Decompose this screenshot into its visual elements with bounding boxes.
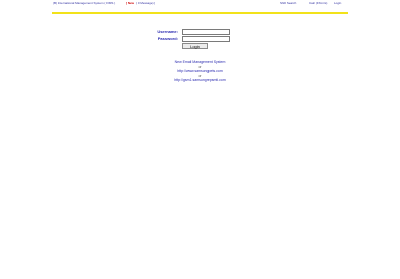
messages-link[interactable]: ( 0 Message) ] bbox=[136, 1, 155, 5]
nav-calc[interactable]: Calc (FXmirs) bbox=[309, 1, 327, 5]
password-label: Password: bbox=[157, 36, 178, 41]
nav-shift-search[interactable]: Shift Search bbox=[280, 1, 296, 5]
username-label: Username: bbox=[157, 29, 178, 34]
system-title-link[interactable]: (B) International Management System ( FI… bbox=[53, 1, 115, 5]
page: (B) International Management System ( FI… bbox=[0, 0, 400, 279]
nav-login[interactable]: Login bbox=[334, 1, 341, 5]
alternate-systems-info: New Email Management System or http://ww… bbox=[150, 60, 250, 83]
login-form: Username: Password: Login bbox=[150, 28, 240, 52]
new-label: [ New bbox=[126, 1, 135, 5]
top-bar: (B) International Management System ( FI… bbox=[52, 1, 348, 7]
username-field[interactable] bbox=[182, 29, 230, 35]
login-button[interactable]: Login bbox=[182, 43, 208, 49]
url-link-2[interactable]: http://gsm1.samsungrepsmtl.com bbox=[150, 78, 250, 83]
header-divider bbox=[52, 12, 348, 14]
password-field[interactable] bbox=[182, 36, 230, 42]
